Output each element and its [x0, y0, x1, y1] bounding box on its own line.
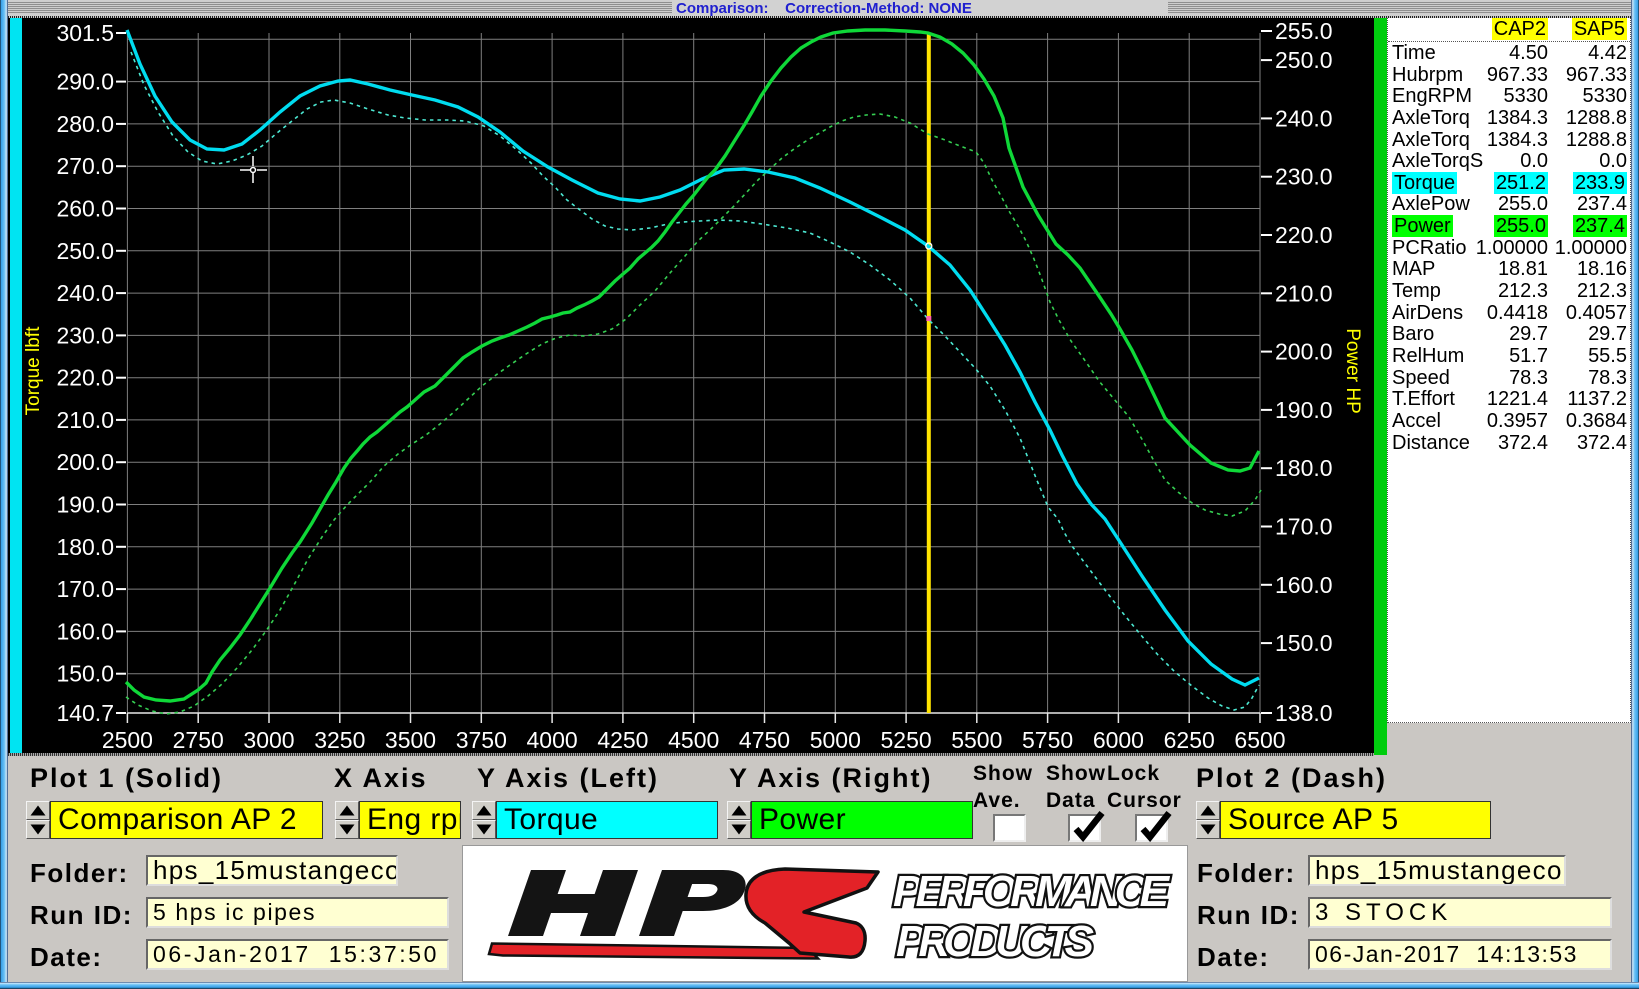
- svg-text:200.0: 200.0: [1275, 339, 1333, 365]
- svg-text:3250: 3250: [314, 727, 365, 753]
- svg-text:3000: 3000: [243, 727, 294, 753]
- svg-text:4000: 4000: [527, 727, 578, 753]
- svg-text:160.0: 160.0: [1275, 572, 1333, 598]
- svg-text:Power HP: Power HP: [1342, 328, 1363, 414]
- svg-text:190.0: 190.0: [1275, 397, 1333, 423]
- svg-text:270.0: 270.0: [56, 153, 114, 179]
- svg-text:220.0: 220.0: [1275, 222, 1333, 248]
- svg-text:190.0: 190.0: [56, 492, 114, 518]
- svg-text:170.0: 170.0: [56, 576, 114, 602]
- svg-text:6500: 6500: [1234, 727, 1285, 753]
- svg-text:PRODUCTS: PRODUCTS: [896, 917, 1094, 966]
- svg-text:2500: 2500: [102, 727, 153, 753]
- svg-text:4250: 4250: [597, 727, 648, 753]
- svg-text:301.5: 301.5: [56, 20, 114, 46]
- svg-text:2750: 2750: [173, 727, 224, 753]
- svg-text:5000: 5000: [810, 727, 861, 753]
- svg-text:Torque lbft: Torque lbft: [23, 326, 44, 415]
- svg-text:4750: 4750: [739, 727, 790, 753]
- svg-text:230.0: 230.0: [56, 322, 114, 348]
- svg-text:210.0: 210.0: [56, 407, 114, 433]
- svg-text:PERFORMANCE: PERFORMANCE: [893, 867, 1171, 916]
- svg-text:180.0: 180.0: [1275, 455, 1333, 481]
- svg-text:5750: 5750: [1022, 727, 1073, 753]
- svg-text:180.0: 180.0: [56, 534, 114, 560]
- svg-text:150.0: 150.0: [56, 661, 114, 687]
- svg-text:220.0: 220.0: [56, 365, 114, 391]
- svg-text:3500: 3500: [385, 727, 436, 753]
- svg-text:5500: 5500: [951, 727, 1002, 753]
- svg-text:250.0: 250.0: [56, 238, 114, 264]
- svg-text:5250: 5250: [881, 727, 932, 753]
- svg-text:250.0: 250.0: [1275, 47, 1333, 73]
- svg-text:4500: 4500: [668, 727, 719, 753]
- svg-text:138.0: 138.0: [1275, 700, 1333, 726]
- svg-text:3750: 3750: [456, 727, 507, 753]
- svg-text:280.0: 280.0: [56, 111, 114, 137]
- svg-text:260.0: 260.0: [56, 196, 114, 222]
- svg-text:160.0: 160.0: [56, 618, 114, 644]
- svg-text:140.7: 140.7: [56, 700, 114, 726]
- svg-text:6250: 6250: [1164, 727, 1215, 753]
- svg-text:290.0: 290.0: [56, 69, 114, 95]
- svg-text:170.0: 170.0: [1275, 514, 1333, 540]
- svg-text:200.0: 200.0: [56, 449, 114, 475]
- svg-text:240.0: 240.0: [1275, 105, 1333, 131]
- svg-text:230.0: 230.0: [1275, 164, 1333, 190]
- svg-text:240.0: 240.0: [56, 280, 114, 306]
- svg-text:6000: 6000: [1093, 727, 1144, 753]
- svg-text:255.0: 255.0: [1275, 18, 1333, 44]
- svg-text:150.0: 150.0: [1275, 630, 1333, 656]
- svg-text:210.0: 210.0: [1275, 280, 1333, 306]
